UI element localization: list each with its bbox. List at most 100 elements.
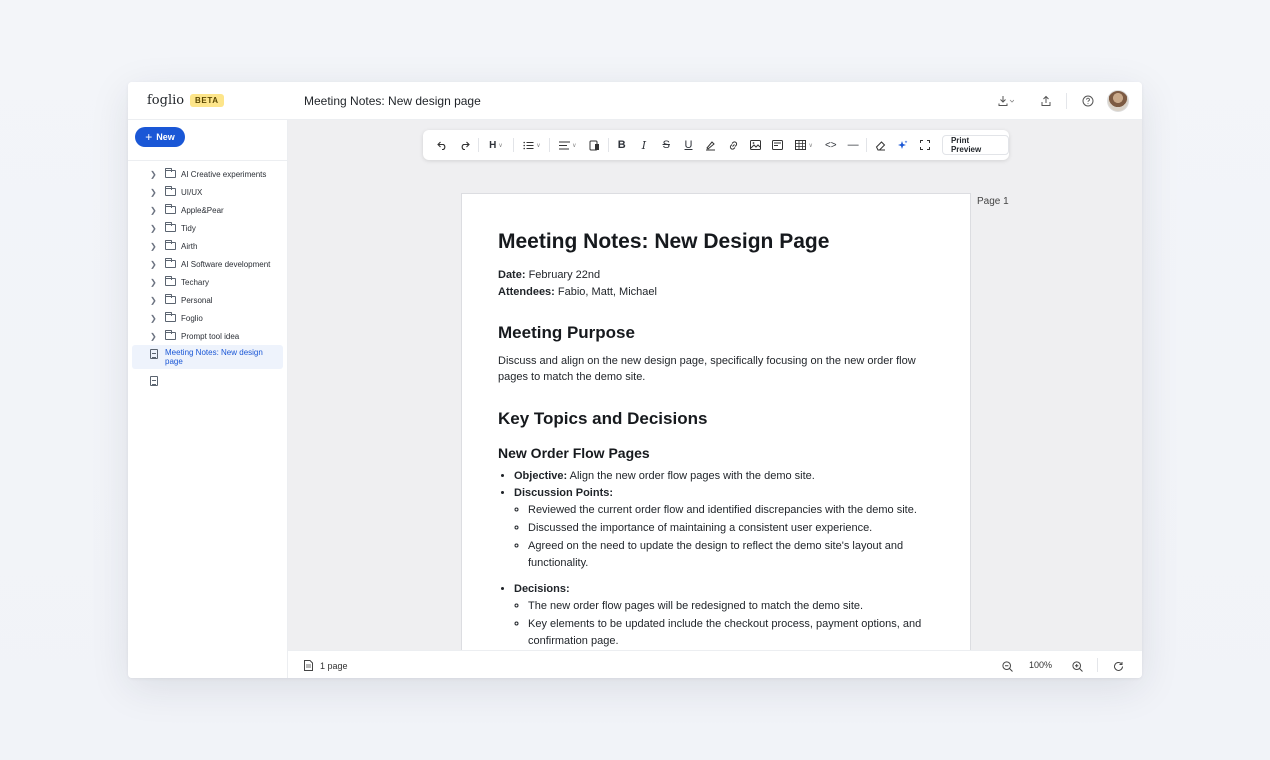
divider-button[interactable]: — (842, 135, 864, 155)
decisions-list: The new order flow pages will be redesig… (528, 598, 934, 650)
user-avatar[interactable] (1107, 90, 1129, 112)
subsection-heading[interactable]: New Order Flow Pages (498, 445, 934, 461)
chevron-right-icon[interactable]: ❯ (150, 278, 160, 287)
ai-assist-button[interactable] (891, 135, 913, 155)
help-button[interactable] (1080, 92, 1096, 110)
folder-label: UI/UX (181, 187, 203, 197)
folder-item[interactable]: ❯ AI Creative experiments (128, 165, 287, 183)
code-button[interactable]: <> (820, 135, 842, 155)
section-heading[interactable]: Key Topics and Decisions (498, 409, 934, 429)
bold-button[interactable]: B (611, 135, 633, 155)
reset-zoom-button[interactable] (1111, 659, 1125, 673)
chevron-right-icon[interactable]: ❯ (150, 170, 160, 179)
image-button[interactable] (744, 135, 766, 155)
document-title[interactable]: Meeting Notes: New design page (304, 94, 481, 108)
list-dropdown[interactable]: ∨ (516, 135, 547, 155)
sidebar-doc-active[interactable]: Meeting Notes: New design page (132, 345, 283, 369)
section-heading[interactable]: Meeting Purpose (498, 323, 934, 343)
clear-format-button[interactable] (869, 135, 891, 155)
share-button[interactable] (1038, 92, 1054, 110)
folder-icon (165, 186, 176, 196)
document-heading[interactable]: Meeting Notes: New Design Page (498, 230, 934, 254)
folder-item[interactable]: ❯ Airth (128, 237, 287, 255)
list-item[interactable]: Agreed on the need to update the design … (528, 538, 934, 572)
folder-icon (165, 276, 176, 286)
list-item[interactable]: Reviewed the current order flow and iden… (528, 502, 934, 519)
strikethrough-button[interactable]: S (655, 135, 677, 155)
heading-icon: H (489, 139, 497, 151)
meta-date[interactable]: Date: February 22nd (498, 267, 934, 284)
meta-attendees[interactable]: Attendees: Fabio, Matt, Michael (498, 284, 934, 301)
sidebar-doc-untitled[interactable] (128, 375, 287, 386)
print-preview-button[interactable]: Print Preview (941, 135, 1010, 155)
folder-item[interactable]: ❯ Tidy (128, 219, 287, 237)
folder-label: Foglio (181, 313, 203, 323)
chevron-down-icon: ∨ (536, 142, 541, 149)
zoom-level[interactable]: 100% (1029, 660, 1052, 670)
folder-icon (165, 168, 176, 178)
align-dropdown[interactable]: ∨ (552, 135, 583, 155)
attendees-label: Attendees: (498, 286, 555, 298)
embed-button[interactable] (766, 135, 788, 155)
download-button[interactable] (994, 92, 1018, 110)
app-logo[interactable]: foglio (147, 93, 184, 108)
editor-canvas: H ∨ ∨ ∨ B I S U ∨ <> — Print Preview Page… (288, 120, 1142, 650)
chevron-right-icon[interactable]: ❯ (150, 260, 160, 269)
status-divider (1097, 658, 1098, 672)
table-dropdown[interactable]: ∨ (789, 135, 820, 155)
link-button[interactable] (722, 135, 744, 155)
fullscreen-button[interactable] (914, 135, 936, 155)
redo-button[interactable] (453, 135, 475, 155)
highlight-button[interactable] (700, 135, 722, 155)
zoom-out-button[interactable] (1000, 659, 1014, 673)
folder-label: Personal (181, 295, 213, 305)
folder-icon (165, 294, 176, 304)
chevron-right-icon[interactable]: ❯ (150, 242, 160, 251)
chevron-right-icon[interactable]: ❯ (150, 296, 160, 305)
purpose-paragraph[interactable]: Discuss and align on the new design page… (498, 353, 934, 385)
toolbar-divider (477, 138, 479, 152)
bold-icon: B (617, 139, 626, 151)
toolbar-divider (549, 138, 551, 152)
underline-button[interactable]: U (677, 135, 699, 155)
italic-button[interactable]: I (633, 135, 655, 155)
heading-dropdown[interactable]: H ∨ (481, 135, 512, 155)
folder-item[interactable]: ❯ UI/UX (128, 183, 287, 201)
zoom-out-icon (1001, 660, 1013, 672)
discussion-list: Reviewed the current order flow and iden… (528, 502, 934, 572)
zoom-in-button[interactable] (1070, 659, 1084, 673)
folder-item[interactable]: ❯ Apple&Pear (128, 201, 287, 219)
list-item[interactable]: Key elements to be updated include the c… (528, 616, 934, 650)
page-style-button[interactable] (583, 135, 605, 155)
list-item[interactable]: Decisions: The new order flow pages will… (514, 581, 934, 650)
italic-icon: I (641, 138, 647, 152)
folder-label: Tidy (181, 223, 196, 233)
list-item[interactable]: The new order flow pages will be redesig… (528, 598, 934, 615)
date-label: Date: (498, 269, 526, 281)
chevron-right-icon[interactable]: ❯ (150, 224, 160, 233)
folder-item[interactable]: ❯ AI Software development (128, 255, 287, 273)
chevron-right-icon[interactable]: ❯ (150, 332, 160, 341)
undo-button[interactable] (431, 135, 453, 155)
strikethrough-icon: S (662, 139, 670, 151)
folder-item[interactable]: ❯ Foglio (128, 309, 287, 327)
folder-item[interactable]: ❯ Prompt tool idea (128, 327, 287, 345)
folder-label: Apple&Pear (181, 205, 224, 215)
app-window: foglio BETA Meeting Notes: New design pa… (128, 82, 1142, 678)
chevron-right-icon[interactable]: ❯ (150, 188, 160, 197)
document-style-icon (589, 140, 599, 150)
folder-item[interactable]: ❯ Techary (128, 273, 287, 291)
new-button[interactable]: + New (135, 127, 185, 147)
page-number-label: Page 1 (977, 196, 1009, 207)
chevron-right-icon[interactable]: ❯ (150, 314, 160, 323)
list-item[interactable]: Discussed the importance of maintaining … (528, 520, 934, 537)
attendees-value: Fabio, Matt, Michael (557, 286, 657, 298)
document-page[interactable]: Meeting Notes: New Design Page Date: Feb… (461, 193, 971, 650)
folder-item[interactable]: ❯ Personal (128, 291, 287, 309)
list-item[interactable]: Objective: Align the new order flow page… (514, 468, 934, 485)
page-count: 1 page (304, 660, 348, 671)
chevron-right-icon[interactable]: ❯ (150, 206, 160, 215)
list-item[interactable]: Discussion Points: Reviewed the current … (514, 485, 934, 572)
table-icon (795, 140, 807, 150)
sidebar: + New ❯ AI Creative experiments ❯ UI/UX ❯ A… (128, 120, 288, 678)
